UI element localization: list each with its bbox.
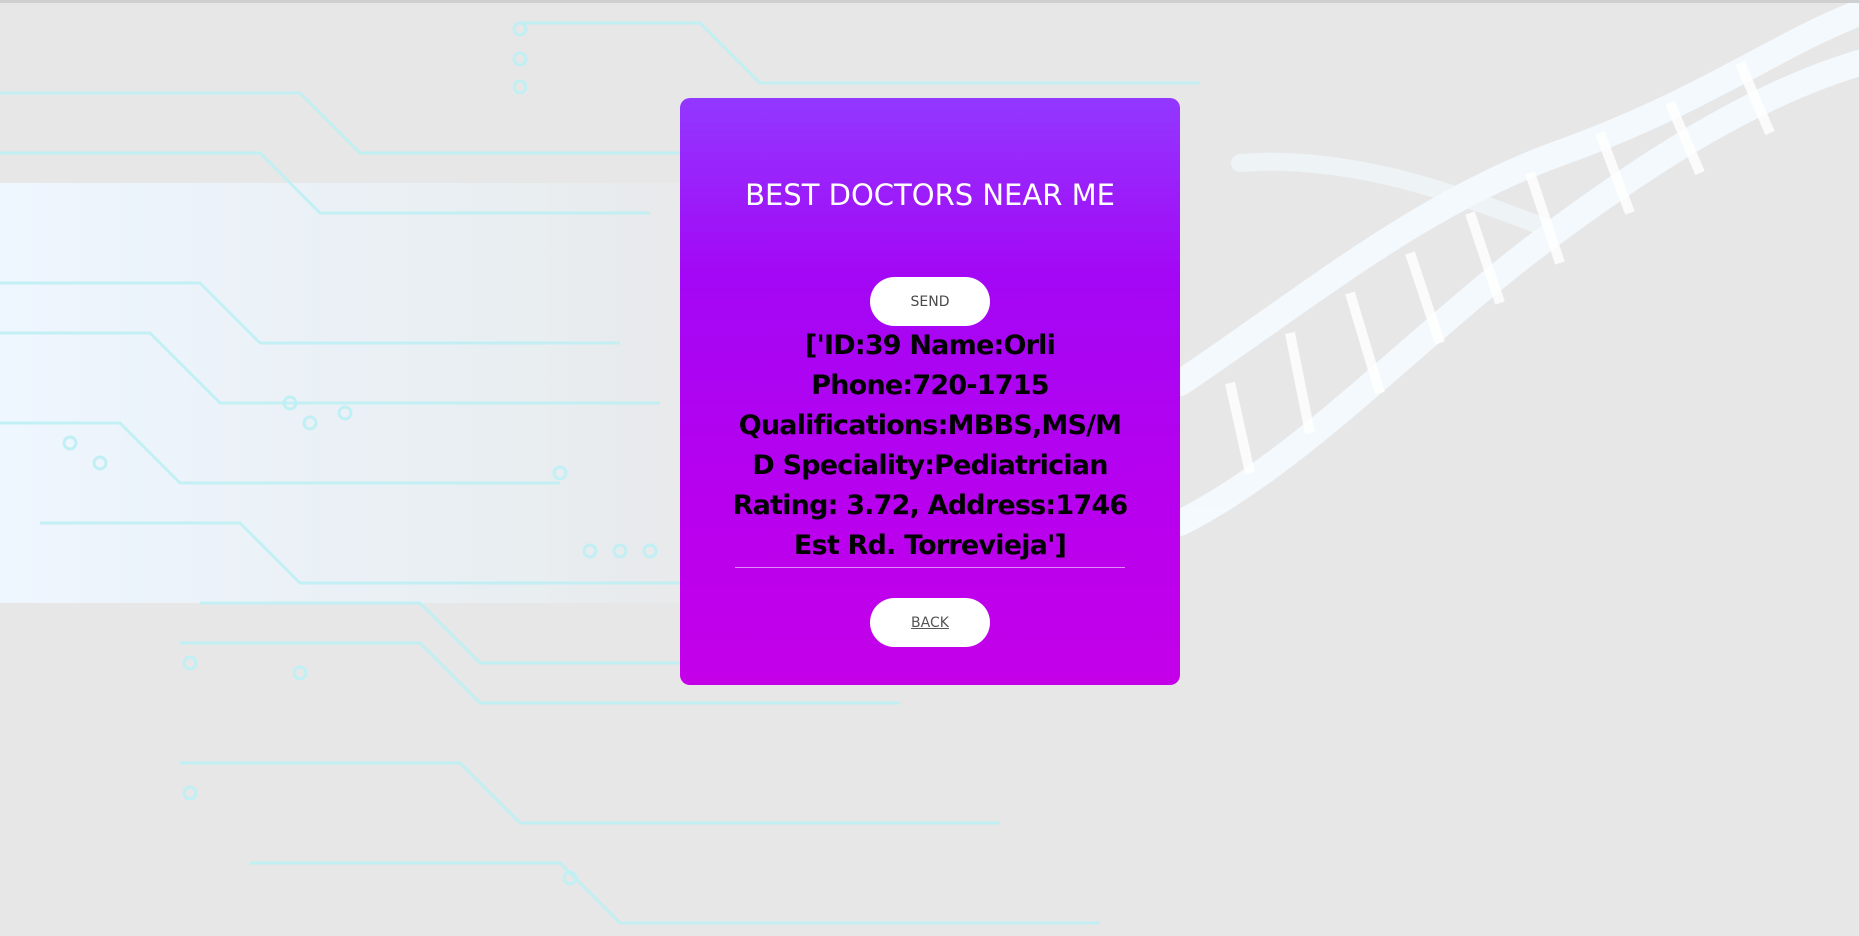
doctor-result-text: ['ID:39 Name:Orli Phone:720-1715 Qualifi… [732, 330, 1128, 561]
back-link[interactable]: BACK [870, 598, 990, 647]
card-title: BEST DOCTORS NEAR ME [745, 178, 1115, 212]
divider [735, 567, 1125, 568]
doctor-search-card: BEST DOCTORS NEAR ME SEND ['ID:39 Name:O… [680, 98, 1180, 685]
send-button[interactable]: SEND [870, 277, 990, 326]
